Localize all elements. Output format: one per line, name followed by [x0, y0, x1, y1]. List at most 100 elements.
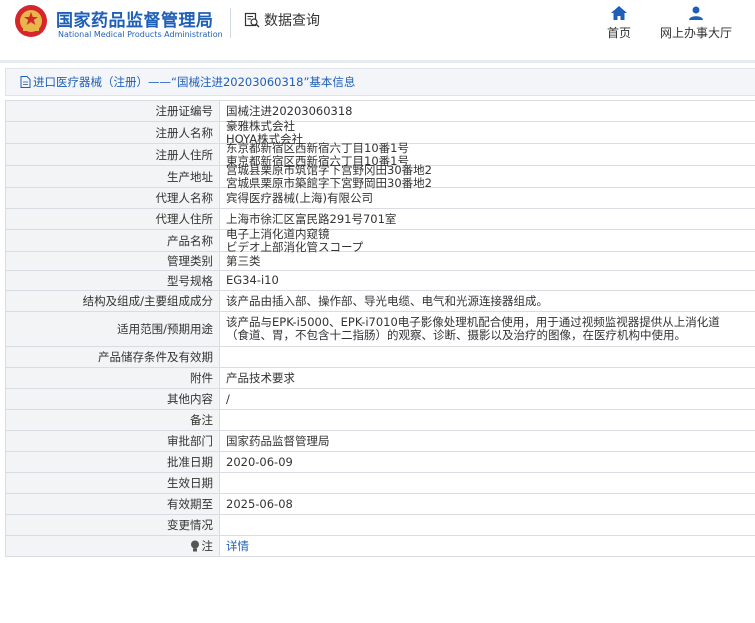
field-label: 适用范围/预期用途 [6, 312, 220, 346]
field-value [220, 347, 755, 367]
field-label-text: 备注 [190, 413, 213, 427]
field-value [220, 473, 755, 493]
field-label-text: 注册人名称 [155, 125, 214, 140]
field-label: 生产地址 [6, 166, 220, 187]
field-value-line: 2020-06-09 [226, 454, 293, 469]
table-row: 有效期至 2025-06-08 [5, 494, 755, 515]
page-title-bar: 进口医疗器械（注册）——“国械注进20203060318”基本信息 [5, 68, 755, 96]
field-value-line: / [226, 391, 230, 406]
field-label: 管理类别 [6, 252, 220, 270]
field-label-text: 批准日期 [167, 455, 213, 469]
lightbulb-icon [190, 540, 199, 552]
field-value: 宫城县栗原市筑馆字下宫野冈田30番地2 宮城県栗原市築館字下宮野岡田30番地2 [220, 163, 755, 189]
table-row: 管理类别 第三类 [5, 252, 755, 271]
field-label: 型号规格 [6, 271, 220, 290]
field-value: 电子上消化道内窥镜 ビデオ上部消化管スコープ [220, 226, 755, 253]
header-bottom-bar [0, 60, 755, 63]
field-label: 其他内容 [6, 389, 220, 409]
field-label-text: 代理人住所 [155, 212, 214, 226]
field-label-text: 注册证编号 [155, 104, 214, 118]
field-label-text: 有效期至 [167, 497, 213, 511]
field-label-text: 适用范围/预期用途 [117, 322, 213, 336]
field-label: 生效日期 [6, 473, 220, 493]
table-row: 备注 [5, 410, 755, 431]
nav-home-label: 首页 [607, 26, 632, 40]
header-divider [230, 8, 231, 38]
field-label-text: 注 [201, 539, 214, 553]
field-label: 注 [6, 536, 220, 556]
field-label: 结构及组成/主要组成成分 [6, 291, 220, 311]
field-value: 第三类 [220, 252, 755, 270]
field-label: 审批部门 [6, 431, 220, 451]
field-value-line: 上海市徐汇区富民路291号701室 [226, 211, 397, 226]
table-row: 代理人名称 宾得医疗器械(上海)有限公司 [5, 188, 755, 209]
field-label: 批准日期 [6, 452, 220, 472]
table-row: 产品名称 电子上消化道内窥镜 ビデオ上部消化管スコープ [5, 226, 755, 253]
field-value-line: （食道、胃，不包含十二指肠）的观察、诊断、摄影以及治疗的图像，在医疗机构中使用。 [226, 328, 686, 342]
data-query-link[interactable]: 数据查询 [244, 10, 320, 30]
field-label: 备注 [6, 410, 220, 430]
field-value-line: 国家药品监督管理局 [226, 433, 330, 448]
page-title: 进口医疗器械（注册）——“国械注进20203060318”基本信息 [33, 75, 356, 89]
field-value-line: 电子上消化道内窥镜 [226, 226, 330, 241]
detail-table: 注册证编号 国械注进20203060318 注册人名称 豪雅株式会社 HOYA株式会社注… [5, 100, 755, 557]
details-link[interactable]: 详情 [226, 539, 749, 553]
field-label-text: 生产地址 [167, 169, 213, 184]
table-row: 变更情况 [5, 515, 755, 536]
field-label-text: 注册人住所 [155, 147, 214, 162]
table-row: 其他内容 / [5, 389, 755, 410]
nav-online-hall-label: 网上办事大厅 [660, 26, 733, 40]
site-header: 国家药品监督管理局 National Medical Products Admi… [0, 0, 755, 60]
field-label: 代理人名称 [6, 188, 220, 208]
search-document-icon [244, 12, 260, 28]
field-label: 注册证编号 [6, 101, 220, 121]
field-label-text: 生效日期 [167, 476, 213, 490]
table-row: 审批部门 国家药品监督管理局 [5, 431, 755, 452]
nav-online-hall[interactable]: 网上办事大厅 [660, 6, 732, 41]
document-icon [20, 76, 31, 88]
field-value: EG34-i10 [220, 271, 755, 290]
field-value: 东京都新宿区西新宿六丁目10番1号 東京都新宿区西新宿六丁目10番1号 [220, 140, 755, 167]
field-label: 注册人名称 [6, 122, 220, 143]
field-label-text: 产品储存条件及有效期 [98, 350, 213, 364]
field-value-line: 产品技术要求 [226, 370, 295, 385]
field-label-text: 变更情况 [167, 518, 213, 532]
field-value: / [220, 389, 755, 409]
data-query-label: 数据查询 [264, 13, 320, 29]
table-row: 注详情 [5, 536, 755, 557]
field-label: 产品储存条件及有效期 [6, 347, 220, 367]
field-value [220, 515, 755, 535]
field-label: 产品名称 [6, 230, 220, 251]
field-value [220, 410, 755, 430]
field-value: 2025-06-08 [220, 494, 755, 514]
field-value-line: 国械注进20203060318 [226, 103, 353, 118]
field-value-line: 豪雅株式会社 [226, 118, 295, 133]
table-row: 产品储存条件及有效期 [5, 347, 755, 368]
field-value: 该产品由插入部、操作部、导光电缆、电气和光源连接器组成。 [220, 291, 755, 311]
table-row: 生产地址 宫城县栗原市筑馆字下宫野冈田30番地2 宮城県栗原市築館字下宮野岡田30番… [5, 163, 755, 189]
nav-home[interactable]: 首页 [607, 6, 631, 41]
table-row: 适用范围/预期用途 该产品与EPK-i5000、EPK-i7010电子影像处理机配… [5, 312, 755, 347]
table-row: 生效日期 [5, 473, 755, 494]
field-value: 宾得医疗器械(上海)有限公司 [220, 188, 755, 208]
national-emblem-icon [15, 5, 47, 37]
field-label: 变更情况 [6, 515, 220, 535]
brand-title[interactable]: 国家药品监督管理局 [56, 6, 214, 31]
field-value-line: EG34-i10 [226, 273, 279, 287]
field-label-text: 型号规格 [167, 273, 213, 288]
field-label-text: 其他内容 [167, 392, 213, 406]
table-row: 结构及组成/主要组成成分 该产品由插入部、操作部、导光电缆、电气和光源连接器组成。 [5, 291, 755, 312]
field-value: 该产品与EPK-i5000、EPK-i7010电子影像处理机配合使用，用于通过视… [220, 312, 755, 346]
field-label-text: 产品名称 [167, 233, 213, 248]
field-label: 附件 [6, 368, 220, 388]
field-value-line: 东京都新宿区西新宿六丁目10番1号 [226, 140, 409, 155]
field-value-line: 该产品由插入部、操作部、导光电缆、电气和光源连接器组成。 [226, 293, 548, 308]
field-label-text: 代理人名称 [155, 191, 214, 205]
field-value: 上海市徐汇区富民路291号701室 [220, 209, 755, 229]
field-label: 有效期至 [6, 494, 220, 514]
field-label-text: 审批部门 [167, 434, 213, 448]
field-value: 详情 [220, 536, 755, 556]
brand-subtitle: National Medical Products Administration [58, 30, 223, 39]
field-value-line: 2025-06-08 [226, 496, 293, 511]
field-label: 注册人住所 [6, 144, 220, 165]
